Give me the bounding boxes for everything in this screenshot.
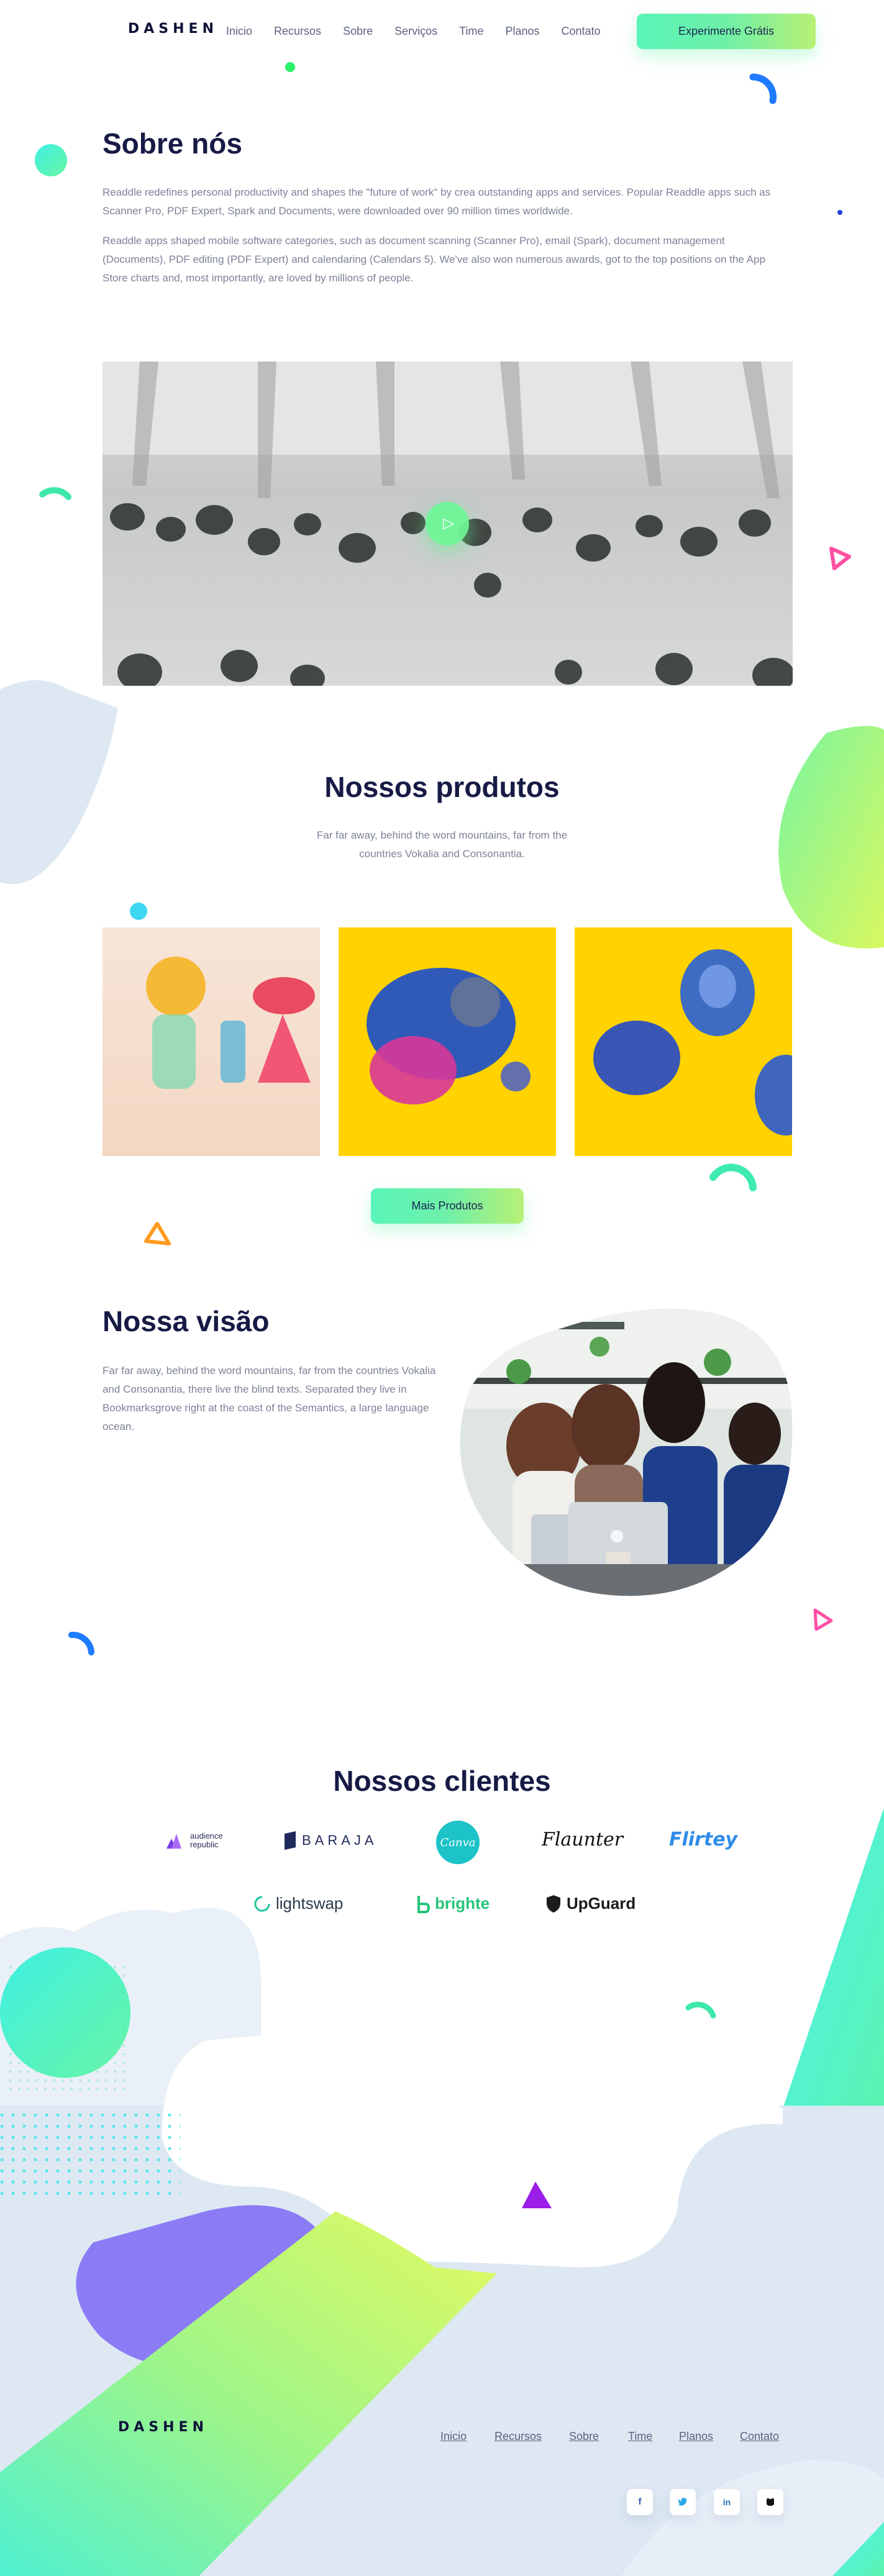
about-paragraph-1: Readdle redefines personal productivity … [103, 186, 771, 217]
more-products-button[interactable]: Mais Produtos [371, 1188, 524, 1224]
free-trial-button[interactable]: Experimente Grátis [637, 14, 816, 49]
linkedin-icon[interactable]: in [714, 2489, 740, 2515]
footer-link-contato[interactable]: Contato [740, 2430, 779, 2443]
play-button[interactable]: ▷ [426, 502, 469, 545]
product-image-3 [593, 949, 792, 1136]
clients-title: Nossos clientes [333, 1765, 551, 1797]
footer-link-time[interactable]: Time [628, 2430, 652, 2443]
site-header: DASHEN Inicio Recursos Sobre Serviços Ti… [0, 0, 884, 62]
client-logo-audience-republic: audience republic [163, 1831, 234, 1850]
nav-link-servicos[interactable]: Serviços [394, 25, 437, 38]
client-name-brighte: brighte [435, 1894, 490, 1913]
client-name-audience-republic: audience republic [190, 1831, 223, 1849]
footer-link-sobre[interactable]: Sobre [569, 2430, 599, 2443]
products-subtitle: Far far away, behind the word mountains,… [316, 829, 568, 860]
github-icon[interactable] [757, 2489, 783, 2515]
vision-title: Nossa visão [103, 1305, 270, 1337]
client-name-baraja: BARAJA [302, 1832, 378, 1848]
client-logo-flaunter: Flaunter [542, 1829, 623, 1850]
play-icon: ▷ [443, 515, 455, 532]
client-name-canva: Canva [440, 1836, 476, 1849]
product-image-2 [367, 968, 531, 1104]
footer-link-recursos[interactable]: Recursos [494, 2430, 542, 2443]
client-logo-brighte: brighte [416, 1894, 490, 1913]
main-nav: Inicio Recursos Sobre Serviços Time Plan… [226, 25, 622, 38]
product-image-1 [146, 957, 315, 1089]
client-logo-lightswap: lightswap [253, 1894, 343, 1913]
nav-link-inicio[interactable]: Inicio [226, 25, 252, 38]
footer-logo[interactable]: DASHEN [118, 2419, 208, 2435]
client-logo-baraja: BARAJA [283, 1831, 378, 1850]
twitter-bird-glyph [678, 2498, 687, 2506]
audience-republic-icon [166, 1834, 181, 1849]
client-name-flirtey: Flirtey [669, 1829, 738, 1850]
product-card-3[interactable] [575, 927, 792, 1156]
products-title: Nossos produtos [324, 771, 560, 803]
about-paragraph-2: Readdle apps shaped mobile software cate… [103, 235, 765, 284]
client-logo-upguard: UpGuard [545, 1894, 636, 1913]
nav-link-planos[interactable]: Planos [505, 25, 539, 38]
nav-link-sobre[interactable]: Sobre [343, 25, 373, 38]
nav-link-time[interactable]: Time [459, 25, 483, 38]
nav-link-contato[interactable]: Contato [562, 25, 601, 38]
product-card-1[interactable] [103, 927, 320, 1156]
vision-text: Far far away, behind the word mountains,… [103, 1365, 436, 1432]
client-logo-canva: Canva [436, 1821, 480, 1864]
upguard-shield-icon [547, 1895, 560, 1913]
client-name-lightswap: lightswap [276, 1894, 344, 1913]
client-name-upguard: UpGuard [567, 1894, 636, 1913]
baraja-icon [285, 1831, 296, 1850]
client-name-flaunter: Flaunter [542, 1829, 624, 1850]
client-logo-flirtey: Flirtey [669, 1829, 737, 1850]
facebook-icon[interactable]: f [627, 2489, 653, 2515]
twitter-icon[interactable] [670, 2489, 696, 2515]
footer-link-inicio[interactable]: Inicio [440, 2430, 467, 2443]
brand-logo[interactable]: DASHEN [128, 21, 218, 37]
nav-link-recursos[interactable]: Recursos [274, 25, 321, 38]
github-cat-glyph [767, 2498, 774, 2506]
footer-link-planos[interactable]: Planos [679, 2430, 713, 2443]
product-card-2[interactable] [339, 927, 556, 1156]
brighte-icon [417, 1895, 430, 1913]
about-title: Sobre nós [103, 127, 242, 160]
lightswap-icon [254, 1896, 270, 1911]
team-photo [460, 1308, 793, 1596]
